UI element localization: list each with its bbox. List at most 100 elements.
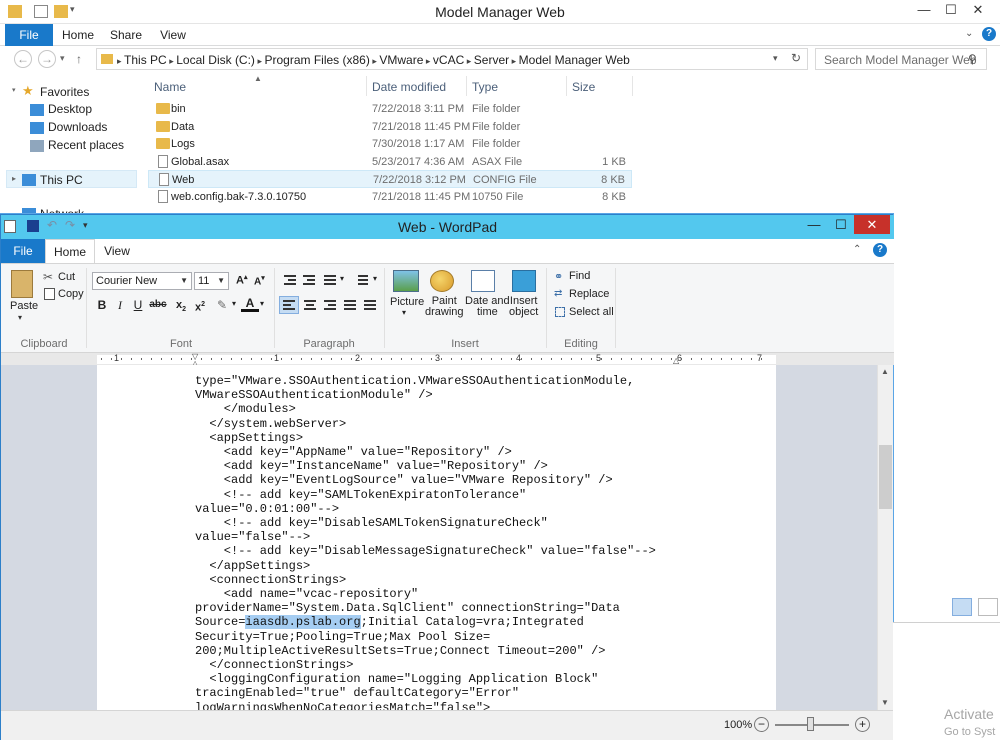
text-line[interactable]: <add key="AppName" value="Repository" /> [195,445,512,459]
table-row[interactable]: bin 7/22/2018 3:11 PM File folder [148,100,632,118]
picture-icon[interactable] [393,270,419,292]
document-text[interactable]: type="VMware.SSOAuthentication.VMwareSSO… [195,374,656,710]
table-row[interactable]: Logs 7/30/2018 1:17 AM File folder [148,135,632,153]
calendar-icon[interactable] [471,270,495,292]
document-page[interactable]: type="VMware.SSOAuthentication.VMwareSSO… [97,365,776,710]
nav-favorites[interactable]: Favorites [40,85,89,99]
nav-downloads[interactable]: Downloads [48,120,107,134]
breadcrumb-item[interactable]: Server [474,53,509,67]
picture-button[interactable]: Picture [390,296,424,308]
column-header-date[interactable]: Date modified [372,80,446,94]
address-dropdown-icon[interactable]: ▾ [773,53,778,64]
column-separator[interactable] [466,76,467,96]
zoom-slider-handle[interactable] [807,717,814,731]
italic-icon[interactable]: I [111,296,129,314]
underline-icon[interactable]: U [129,296,147,314]
text-line[interactable]: <appSettings> [195,431,303,445]
copy-button[interactable]: Copy [58,288,84,300]
address-bar[interactable]: ▸ This PC ▸ Local Disk (C:) ▸ Program Fi… [96,48,808,70]
align-left-icon[interactable] [279,296,299,314]
paint-drawing-button[interactable]: Paint drawing [425,296,464,318]
find-button[interactable]: Find [569,270,590,282]
column-header-size[interactable]: Size [572,80,595,94]
chevron-down-icon[interactable]: ▾ [373,274,377,283]
large-icons-view-icon[interactable] [978,598,998,616]
expand-this-pc-icon[interactable]: ▸ [12,174,16,183]
text-line[interactable]: <!-- add key="DisableMessageSignatureChe… [195,544,656,558]
breadcrumb-item[interactable]: Local Disk (C:) [176,53,255,67]
tab-file[interactable]: File [1,239,45,263]
shrink-font-icon[interactable]: A▾ [254,274,265,287]
paste-icon[interactable] [11,270,33,298]
insert-object-icon[interactable] [512,270,536,292]
font-size-select[interactable]: 11 ▼ [194,272,229,290]
text-line[interactable]: providerName="System.Data.SqlClient" con… [195,601,620,615]
text-line[interactable]: <add key="EventLogSource" value="VMware … [195,473,613,487]
line-spacing-icon[interactable] [355,272,373,289]
selected-text[interactable]: iaasdb.pslab.org [245,615,361,630]
column-header-name[interactable]: Name [154,80,186,94]
tab-home[interactable]: Home [60,24,96,46]
help-icon[interactable]: ? [982,27,996,41]
text-color-icon[interactable]: A [241,296,259,312]
paste-button[interactable]: Paste [10,300,38,312]
tab-share[interactable]: Share [108,24,144,46]
scroll-up-icon[interactable]: ▲ [881,367,889,376]
text-line[interactable]: Source= [195,615,245,629]
document-area[interactable]: type="VMware.SSOAuthentication.VMwareSSO… [1,365,877,710]
text-line[interactable]: type="VMware.SSOAuthentication.VMwareSSO… [195,374,634,388]
text-line[interactable]: </appSettings> [195,559,310,573]
text-line[interactable]: 200;MultipleActiveResultSets=True;Connec… [195,644,605,658]
text-line[interactable]: tracingEnabled="true" defaultCategory="E… [195,686,519,700]
nav-this-pc[interactable]: This PC [40,173,83,187]
text-line[interactable]: <add name="vcac-repository" [195,587,418,601]
strikethrough-icon[interactable]: abc [149,296,167,314]
table-row[interactable]: Web 7/22/2018 3:12 PM CONFIG File 8 KB [148,170,632,189]
text-line[interactable]: <add key="InstanceName" value="Repositor… [195,459,548,473]
search-icon[interactable]: ⚲ [968,52,977,66]
breadcrumb-item[interactable]: Model Manager Web [519,53,630,67]
align-center-icon[interactable] [301,297,319,314]
text-line[interactable]: VMwareSSOAuthenticationModule" /> [195,388,433,402]
text-line[interactable]: </modules> [195,402,296,416]
text-line[interactable]: <!-- add key="DisableSAMLTokenSignatureC… [195,516,548,530]
text-line[interactable]: value="0.0:01:00"--> [195,502,339,516]
minimize-icon[interactable]: — [801,215,827,234]
back-icon[interactable]: ← [14,50,32,68]
table-row[interactable]: Global.asax 5/23/2017 4:36 AM ASAX File 1 K… [148,153,632,171]
nav-desktop[interactable]: Desktop [48,102,92,116]
tab-view[interactable]: View [97,239,137,263]
zoom-in-icon[interactable]: + [855,717,870,732]
expand-ribbon-icon[interactable]: ⌄ [965,28,973,39]
insert-object-button[interactable]: Insert object [509,296,538,318]
text-line[interactable]: <loggingConfiguration name="Logging Appl… [195,672,598,686]
zoom-out-icon[interactable]: − [754,717,769,732]
cut-button[interactable]: Cut [58,271,75,283]
recent-locations-icon[interactable]: ▾ [60,53,65,64]
scroll-down-icon[interactable]: ▼ [881,698,889,707]
refresh-icon[interactable]: ↻ [791,51,801,65]
scroll-thumb[interactable] [879,445,892,509]
collapse-ribbon-icon[interactable]: ⌃ [853,244,861,255]
maximize-icon[interactable]: ☐ [937,0,965,20]
text-line[interactable]: <connectionStrings> [195,573,346,587]
date-time-button[interactable]: Date and time [465,296,510,318]
highlight-color-icon[interactable]: ✎ [213,296,231,314]
up-icon[interactable]: ↑ [76,52,82,66]
text-line[interactable]: logWarningsWhenNoCategoriesMatch="false"… [195,701,490,710]
ruler[interactable]: ▽ △ △ 11234567 [1,352,894,368]
paste-dropdown-icon[interactable]: ▾ [18,313,22,322]
help-icon[interactable]: ? [873,243,887,257]
justify-icon[interactable] [341,297,359,314]
forward-icon[interactable]: → [38,50,56,68]
chevron-down-icon[interactable]: ▾ [402,308,406,317]
bold-icon[interactable]: B [93,296,111,314]
subscript-icon[interactable]: x2 [172,296,190,314]
vertical-scrollbar[interactable]: ▲ ▼ [877,365,893,710]
tab-file[interactable]: File [5,24,53,46]
table-row[interactable]: Data 7/21/2018 11:45 PM File folder [148,118,632,136]
text-line[interactable]: </system.webServer> [195,417,346,431]
breadcrumb-item[interactable]: VMware [379,53,423,67]
details-view-icon[interactable] [952,598,972,616]
select-all-button[interactable]: Select all [569,306,614,318]
